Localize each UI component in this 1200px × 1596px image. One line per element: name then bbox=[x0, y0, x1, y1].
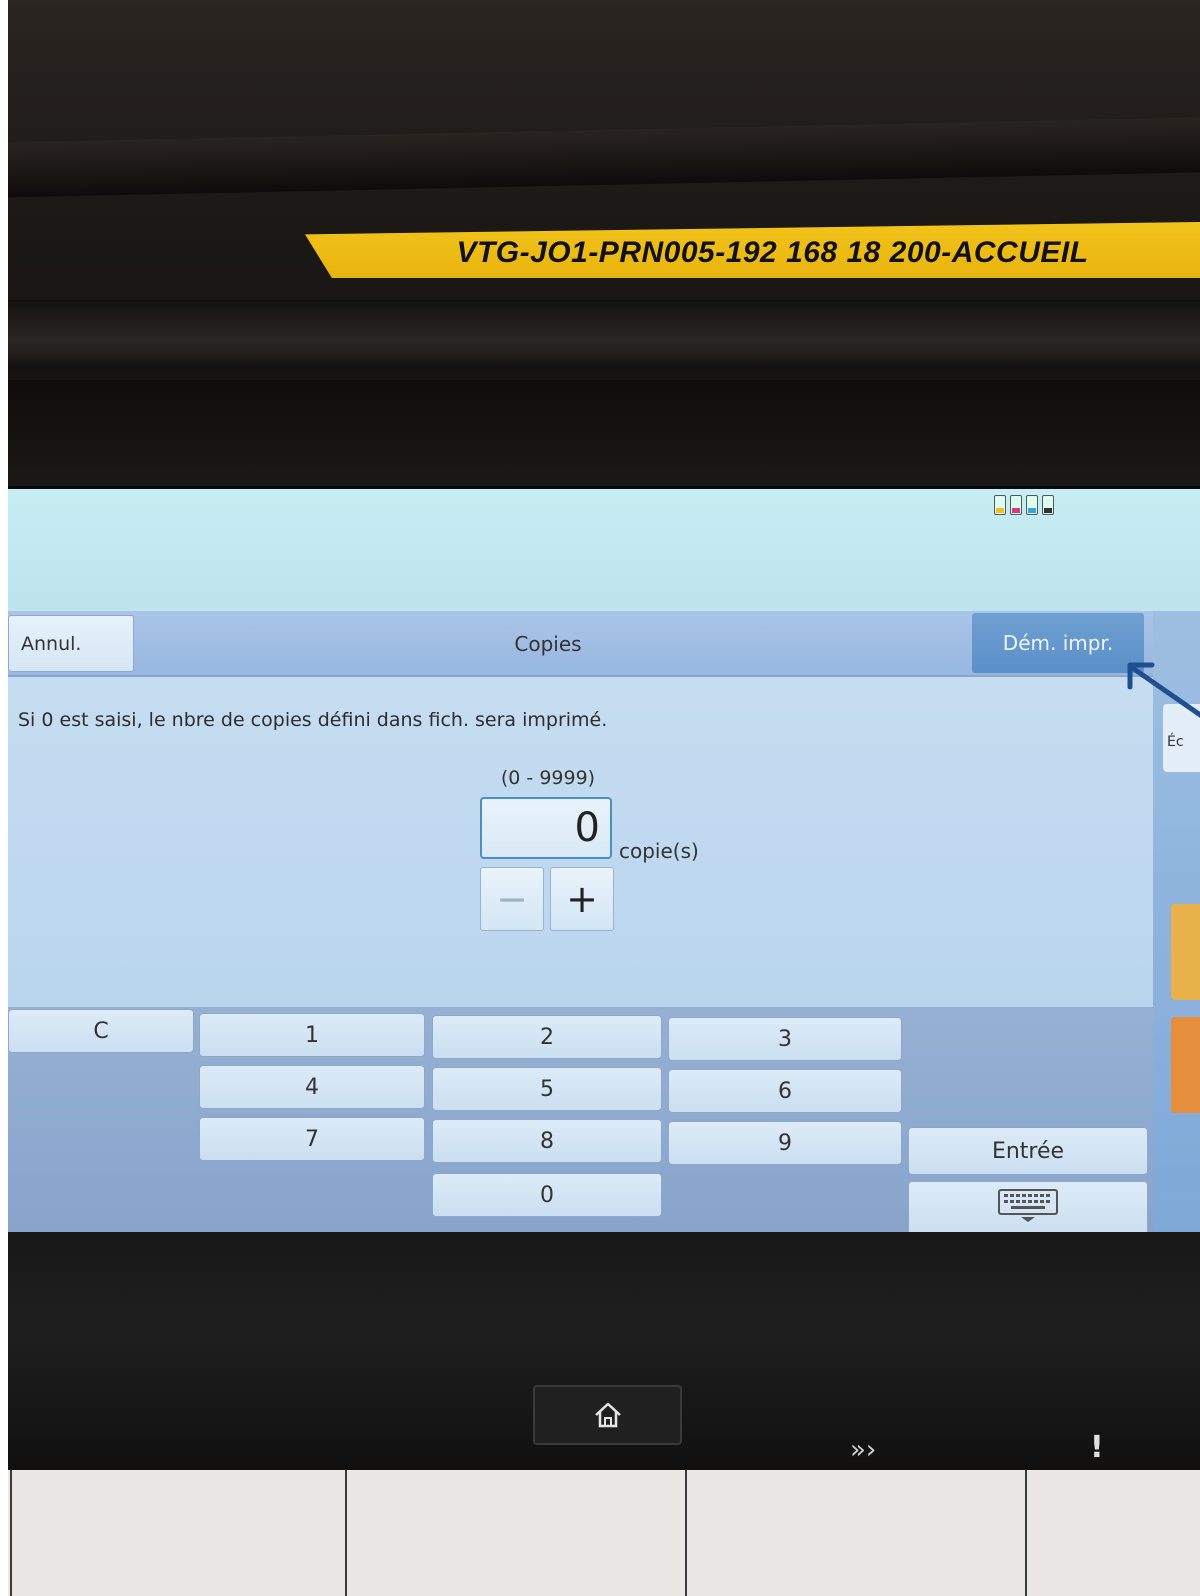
photo-border bbox=[0, 0, 8, 1596]
tile-grout bbox=[685, 1470, 687, 1596]
keyboard-icon bbox=[998, 1189, 1058, 1222]
key-3[interactable]: 3 bbox=[668, 1017, 902, 1061]
key-2[interactable]: 2 bbox=[432, 1015, 662, 1059]
key-6[interactable]: 6 bbox=[668, 1069, 902, 1113]
enter-key[interactable]: Entrée bbox=[908, 1127, 1148, 1175]
key-1[interactable]: 1 bbox=[199, 1013, 425, 1057]
range-hint: (0 - 9999) bbox=[500, 767, 596, 789]
keyboard-toggle-button[interactable] bbox=[908, 1181, 1148, 1235]
copies-unit-label: copie(s) bbox=[619, 839, 699, 863]
printer-ridge bbox=[0, 380, 1200, 490]
annotation-arrow-icon bbox=[1127, 662, 1200, 718]
side-tab[interactable] bbox=[1171, 1017, 1200, 1113]
tile-grout bbox=[10, 1470, 12, 1596]
alert-icon: ! bbox=[1090, 1430, 1104, 1465]
side-tab[interactable] bbox=[1171, 904, 1200, 1000]
tile-grout bbox=[1025, 1470, 1027, 1596]
page-title: Copies bbox=[514, 631, 582, 656]
key-8[interactable]: 8 bbox=[432, 1119, 662, 1163]
key-9[interactable]: 9 bbox=[668, 1121, 902, 1165]
toner-yellow-icon bbox=[994, 495, 1006, 515]
toner-black-icon bbox=[1042, 495, 1054, 515]
cancel-button[interactable]: Annul. bbox=[8, 615, 134, 672]
copies-count-field[interactable]: 0 bbox=[480, 797, 612, 859]
key-4[interactable]: 4 bbox=[199, 1065, 425, 1109]
home-icon bbox=[594, 1402, 621, 1428]
forward-icon[interactable]: »› bbox=[850, 1435, 876, 1465]
info-text: Si 0 est saisi, le nbre de copies défini… bbox=[18, 709, 608, 731]
clear-key[interactable]: C bbox=[8, 1009, 194, 1053]
tile-grout bbox=[345, 1470, 347, 1596]
key-0[interactable]: 0 bbox=[432, 1173, 662, 1217]
toner-magenta-icon bbox=[1010, 495, 1022, 515]
home-button[interactable] bbox=[533, 1385, 682, 1445]
device-label-text: VTG-JO1-PRN005-192 168 18 200-ACCUEIL bbox=[456, 236, 1089, 269]
floor-tiles bbox=[0, 1470, 1200, 1596]
key-5[interactable]: 5 bbox=[432, 1067, 662, 1111]
increment-button[interactable]: + bbox=[550, 867, 614, 931]
touchscreen: Annul. Copies Dém. impr. Si 0 est saisi,… bbox=[8, 486, 1200, 1235]
printer-ridge bbox=[0, 300, 1200, 370]
decrement-button[interactable]: − bbox=[480, 867, 544, 931]
key-7[interactable]: 7 bbox=[199, 1117, 425, 1161]
toner-levels-icon bbox=[994, 495, 1054, 515]
toner-cyan-icon bbox=[1026, 495, 1038, 515]
